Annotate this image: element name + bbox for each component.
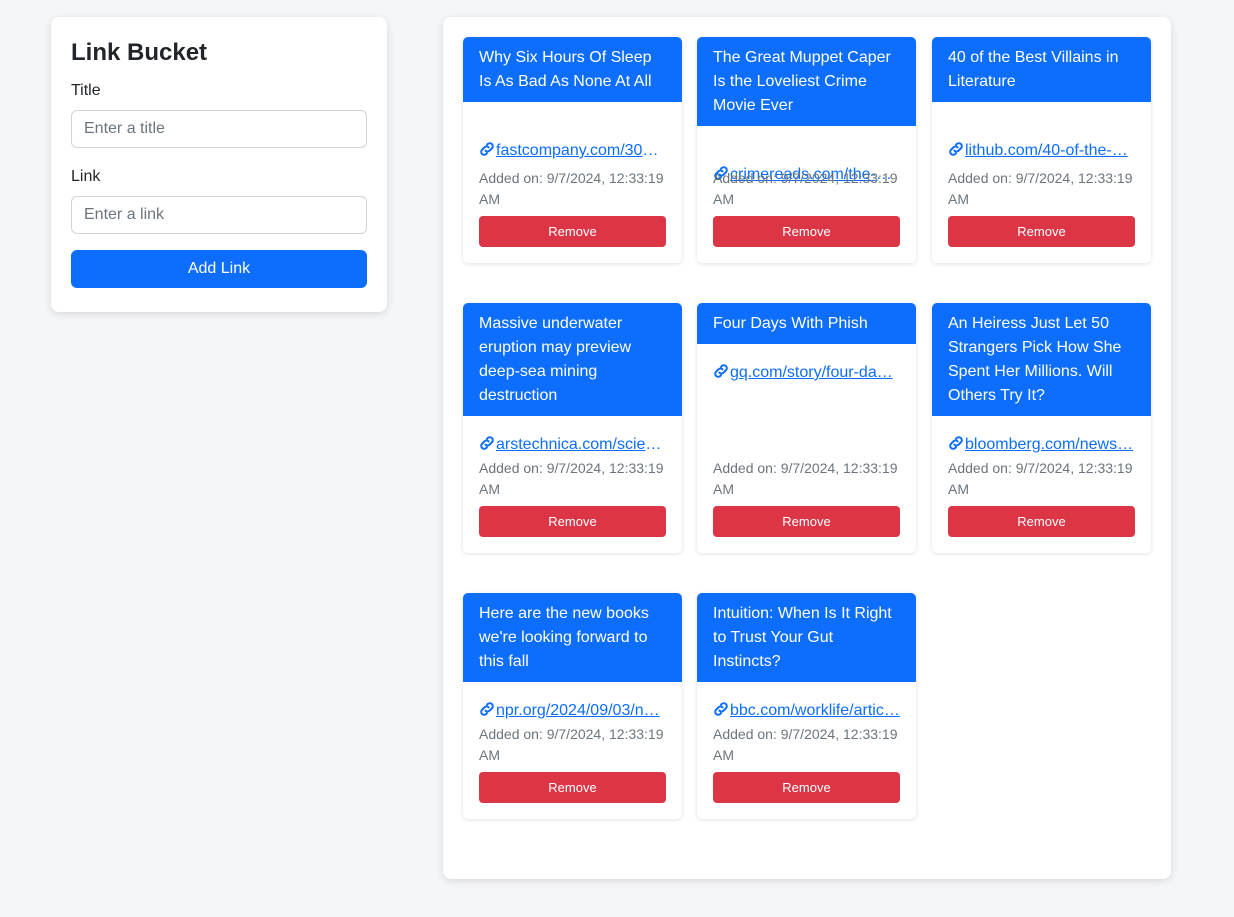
link-card-body: Added on: 9/7/2024, 12:33:19 AM Remove (463, 724, 682, 819)
added-date: Added on: 9/7/2024, 12:33:19 AM (713, 460, 898, 497)
link-card-url[interactable]: lithub.com/40-of-the-… (965, 142, 1128, 159)
added-date: Added on: 9/7/2024, 12:33:19 AM (948, 170, 1133, 207)
link-card-url[interactable]: bbc.com/worklife/artic… (730, 702, 900, 719)
app-title: Link Bucket (71, 39, 208, 66)
add-link-button[interactable]: Add Link (71, 250, 367, 288)
added-date: Added on: 9/7/2024, 12:33:19 AM (713, 726, 898, 763)
added-date: Added on: 9/7/2024, 12:33:19 AM (479, 170, 664, 207)
added-date: Added on: 9/7/2024, 12:33:19 AM (479, 726, 664, 763)
link-card-title: An Heiress Just Let 50 Strangers Pick Ho… (932, 303, 1151, 416)
title-label: Title (71, 82, 101, 99)
link-card-url[interactable]: arstechnica.com/scien… (496, 436, 666, 453)
link-card-title: Here are the new books we're looking for… (463, 593, 682, 682)
added-date: Added on: 9/7/2024, 12:33:19 AM (948, 460, 1133, 497)
remove-button[interactable]: Remove (479, 216, 666, 247)
link-card-title: Why Six Hours Of Sleep Is As Bad As None… (463, 37, 682, 102)
remove-button[interactable]: Remove (948, 216, 1135, 247)
link-card-url-row: bloomberg.com/news… (948, 435, 1135, 455)
link-card-title: Four Days With Phish (697, 303, 916, 344)
added-date: Added on: 9/7/2024, 12:33:19 AM (479, 460, 664, 497)
title-input[interactable] (71, 110, 367, 148)
link-card: An Heiress Just Let 50 Strangers Pick Ho… (932, 303, 1151, 553)
link-icon (949, 436, 963, 450)
link-icon (714, 364, 728, 378)
link-card-body: Added on: 9/7/2024, 12:33:19 AM Remove (463, 458, 682, 553)
link-card-url-row: gq.com/story/four-da… (713, 363, 900, 383)
link-icon (480, 142, 494, 156)
remove-button[interactable]: Remove (479, 506, 666, 537)
added-date: Added on: 9/7/2024, 12:33:19 AM (713, 170, 898, 207)
link-icon (949, 142, 963, 156)
link-card: Here are the new books we're looking for… (463, 593, 682, 819)
link-card-url-row: arstechnica.com/scien… (479, 435, 666, 455)
link-icon (714, 702, 728, 716)
link-card-url-row: bbc.com/worklife/artic… (713, 701, 900, 721)
link-card-body: Added on: 9/7/2024, 12:33:19 AM Remove (463, 168, 682, 263)
link-card-url[interactable]: npr.org/2024/09/03/n… (496, 702, 660, 719)
link-card: The Great Muppet Caper Is the Loveliest … (697, 37, 916, 263)
link-card-body: Added on: 9/7/2024, 12:33:19 AM Remove (697, 168, 916, 263)
link-card-title: Intuition: When Is It Right to Trust You… (697, 593, 916, 682)
remove-button[interactable]: Remove (948, 506, 1135, 537)
link-card-url-row: npr.org/2024/09/03/n… (479, 701, 666, 721)
link-card: Massive underwater eruption may preview … (463, 303, 682, 553)
link-list-panel: Why Six Hours Of Sleep Is As Bad As None… (443, 17, 1171, 879)
remove-button[interactable]: Remove (713, 216, 900, 247)
add-link-form: Link Bucket Title Link Add Link (51, 17, 387, 312)
link-card: Why Six Hours Of Sleep Is As Bad As None… (463, 37, 682, 263)
link-card-body: Added on: 9/7/2024, 12:33:19 AM Remove (932, 458, 1151, 553)
link-card-title: The Great Muppet Caper Is the Loveliest … (697, 37, 916, 126)
link-label: Link (71, 168, 101, 185)
link-card-url-row: lithub.com/40-of-the-… (948, 141, 1135, 161)
link-card-url[interactable]: fastcompany.com/305… (496, 142, 666, 159)
link-card: Four Days With Phish gq.com/story/four-d… (697, 303, 916, 553)
link-card-body: Added on: 9/7/2024, 12:33:19 AM Remove (697, 724, 916, 819)
link-card-body: Added on: 9/7/2024, 12:33:19 AM Remove (932, 168, 1151, 263)
link-input[interactable] (71, 196, 367, 234)
link-icon (480, 436, 494, 450)
link-card: 40 of the Best Villains in Literature li… (932, 37, 1151, 263)
link-card-url-row: fastcompany.com/305… (479, 141, 666, 161)
link-card-title: 40 of the Best Villains in Literature (932, 37, 1151, 102)
link-card-body: Added on: 9/7/2024, 12:33:19 AM Remove (697, 458, 916, 553)
remove-button[interactable]: Remove (479, 772, 666, 803)
link-card-url[interactable]: bloomberg.com/news… (965, 436, 1133, 453)
link-card-title: Massive underwater eruption may preview … (463, 303, 682, 416)
remove-button[interactable]: Remove (713, 506, 900, 537)
link-card-url[interactable]: gq.com/story/four-da… (730, 364, 893, 381)
link-icon (480, 702, 494, 716)
link-card: Intuition: When Is It Right to Trust You… (697, 593, 916, 819)
remove-button[interactable]: Remove (713, 772, 900, 803)
